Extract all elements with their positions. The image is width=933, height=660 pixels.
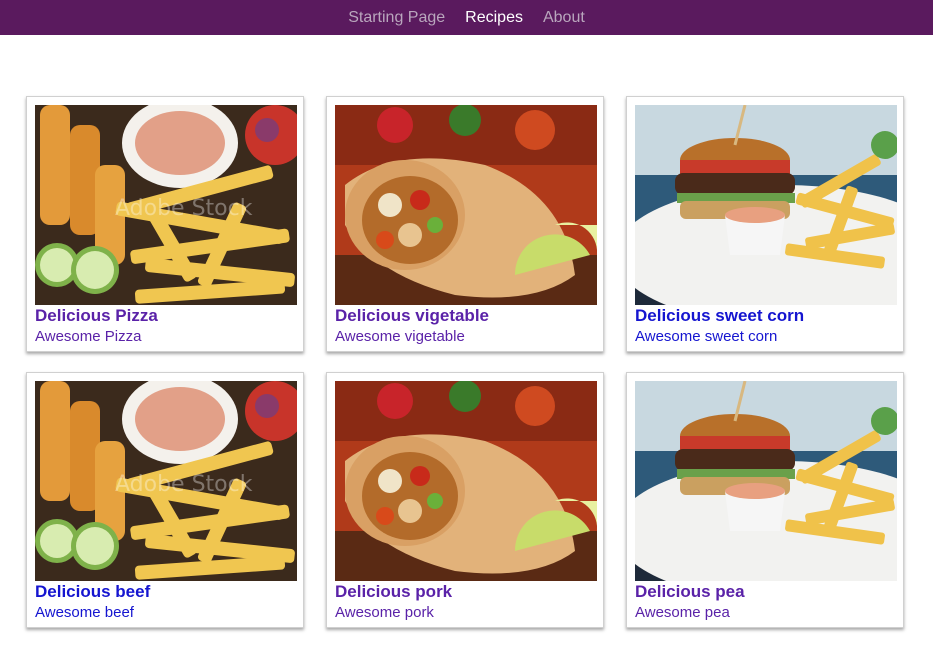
recipe-title[interactable]: Delicious beef: [35, 582, 150, 602]
recipe-image-burger[interactable]: [635, 105, 897, 305]
recipe-card[interactable]: Delicious vigetable Awesome vigetable: [326, 96, 604, 352]
recipe-subtitle: Awesome pork: [335, 604, 434, 621]
recipe-title[interactable]: Delicious Pizza: [35, 306, 158, 326]
recipe-title[interactable]: Delicious pork: [335, 582, 452, 602]
recipe-image-burger[interactable]: [635, 381, 897, 581]
top-navigation: Starting Page Recipes About: [0, 0, 933, 35]
nav-link-about[interactable]: About: [543, 9, 585, 27]
recipe-image-wrap[interactable]: [335, 381, 597, 581]
recipe-card[interactable]: Delicious pea Awesome pea: [626, 372, 904, 628]
recipe-subtitle: Awesome sweet corn: [635, 328, 778, 345]
recipe-subtitle: Awesome Pizza: [35, 328, 142, 345]
recipe-subtitle: Awesome vigetable: [335, 328, 465, 345]
recipe-subtitle: Awesome pea: [635, 604, 730, 621]
recipe-card[interactable]: Delicious beef Awesome beef: [26, 372, 304, 628]
recipe-title[interactable]: Delicious vigetable: [335, 306, 489, 326]
recipe-card[interactable]: Delicious sweet corn Awesome sweet corn: [626, 96, 904, 352]
recipe-card[interactable]: Delicious pork Awesome pork: [326, 372, 604, 628]
nav-link-starting-page[interactable]: Starting Page: [348, 9, 445, 27]
recipe-image-fries-dip[interactable]: [35, 381, 297, 581]
nav-link-recipes[interactable]: Recipes: [465, 9, 523, 27]
recipe-image-wrap[interactable]: [335, 105, 597, 305]
recipe-image-fries-dip[interactable]: [35, 105, 297, 305]
recipe-subtitle: Awesome beef: [35, 604, 134, 621]
recipe-title[interactable]: Delicious sweet corn: [635, 306, 804, 326]
recipe-grid: Delicious Pizza Awesome Pizza Delicious …: [26, 96, 906, 628]
recipe-card[interactable]: Delicious Pizza Awesome Pizza: [26, 96, 304, 352]
recipe-title[interactable]: Delicious pea: [635, 582, 745, 602]
